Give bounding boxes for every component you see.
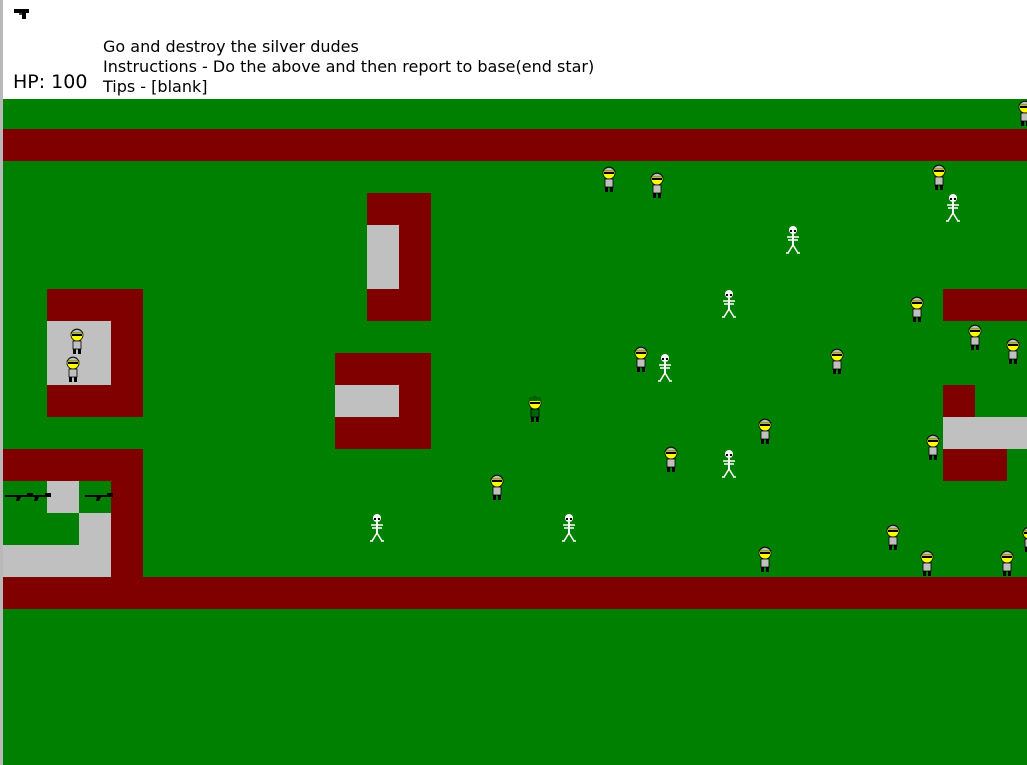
silver-dude-enemy[interactable]	[487, 473, 507, 501]
wall-bottom	[3, 577, 1027, 609]
skeleton-enemy[interactable]	[719, 289, 739, 319]
rifle-pickup-icon[interactable]	[85, 490, 115, 502]
silver-dude-enemy[interactable]	[63, 355, 83, 383]
game-window: HP: 100 Go and destroy the silver dudes …	[0, 0, 1027, 765]
silver-dude-enemy[interactable]	[755, 545, 775, 573]
rifle-pickup-icon[interactable]	[23, 490, 53, 502]
building-wall	[943, 385, 975, 417]
silver-dude-enemy[interactable]	[647, 171, 667, 199]
silver-dude-enemy[interactable]	[883, 523, 903, 551]
building-wall	[943, 289, 1027, 321]
building-wall	[943, 449, 1007, 481]
mission-tips: Tips - [blank]	[103, 77, 208, 96]
skeleton-enemy[interactable]	[655, 353, 675, 383]
mission-instructions: Instructions - Do the above and then rep…	[103, 57, 595, 76]
building-floor	[335, 385, 399, 417]
silver-dude-enemy[interactable]	[1003, 337, 1023, 365]
skeleton-enemy[interactable]	[367, 513, 387, 543]
pistol-icon	[14, 9, 29, 19]
wall-top	[3, 129, 1027, 161]
armory-wall	[111, 449, 143, 577]
game-map[interactable]	[3, 99, 1027, 765]
silver-dude-enemy[interactable]	[907, 295, 927, 323]
silver-dude-enemy[interactable]	[599, 165, 619, 193]
skeleton-enemy[interactable]	[559, 513, 579, 543]
silver-dude-enemy[interactable]	[827, 347, 847, 375]
silver-dude-enemy[interactable]	[1015, 99, 1027, 127]
silver-dude-enemy[interactable]	[929, 163, 949, 191]
skeleton-enemy[interactable]	[943, 193, 963, 223]
mission-objective: Go and destroy the silver dudes	[103, 37, 359, 56]
building-floor	[367, 225, 399, 289]
silver-dude-enemy[interactable]	[917, 549, 937, 577]
skeleton-enemy[interactable]	[783, 225, 803, 255]
hud-panel: HP: 100 Go and destroy the silver dudes …	[3, 0, 1027, 99]
silver-dude-enemy[interactable]	[965, 323, 985, 351]
hp-readout: HP: 100	[13, 71, 88, 93]
silver-dude-enemy[interactable]	[755, 417, 775, 445]
building-floor	[943, 417, 1027, 449]
silver-dude-enemy[interactable]	[661, 445, 681, 473]
armory-floor	[3, 545, 111, 577]
player-soldier[interactable]	[525, 395, 545, 423]
skeleton-enemy[interactable]	[719, 449, 739, 479]
silver-dude-enemy[interactable]	[67, 327, 87, 355]
silver-dude-enemy[interactable]	[631, 345, 651, 373]
silver-dude-enemy[interactable]	[1019, 525, 1027, 553]
silver-dude-enemy[interactable]	[997, 549, 1017, 577]
silver-dude-enemy[interactable]	[923, 433, 943, 461]
